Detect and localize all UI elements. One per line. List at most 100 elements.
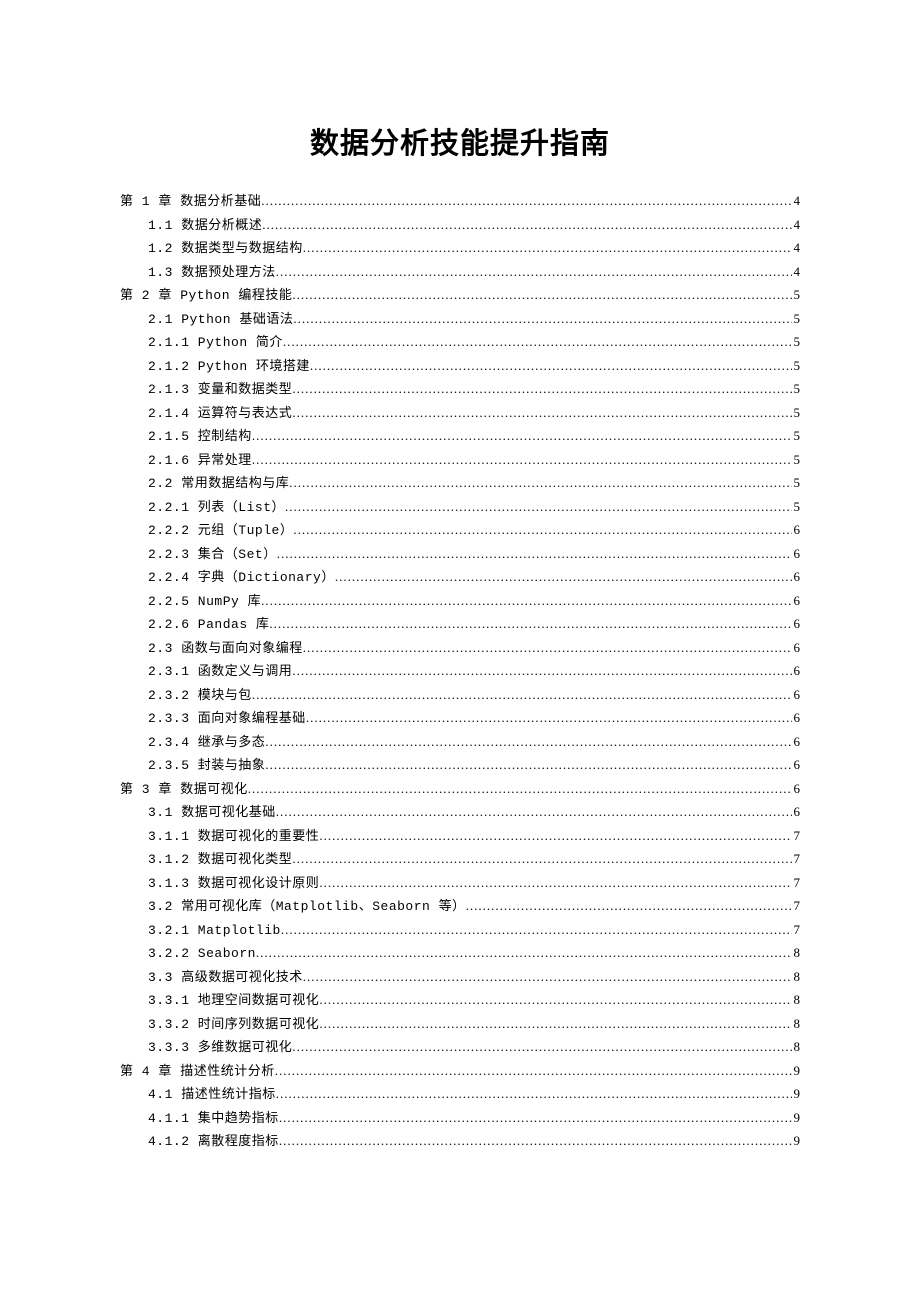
- toc-entry[interactable]: 3.1.2 数据可视化类型 7: [120, 852, 800, 876]
- toc-entry[interactable]: 2.3.5 封装与抽象6: [120, 758, 800, 782]
- toc-leader-dots: [319, 993, 791, 1006]
- toc-leader-dots: [310, 359, 792, 372]
- toc-entry-page: 4: [792, 194, 801, 207]
- toc-leader-dots: [277, 547, 792, 560]
- toc-entry[interactable]: 3.1.1 数据可视化的重要性7: [120, 829, 800, 853]
- toc-entry-label: 2.3.1 函数定义与调用: [148, 665, 292, 678]
- toc-entry[interactable]: 2.1.6 异常处理5: [120, 453, 800, 477]
- toc-entry-label: 3.3.1 地理空间数据可视化: [148, 994, 319, 1007]
- toc-entry-page: 6: [792, 547, 801, 560]
- toc-leader-dots: [319, 1017, 791, 1030]
- toc-entry[interactable]: 4.1 描述性统计指标 9: [120, 1087, 800, 1111]
- toc-entry[interactable]: 3.2.2 Seaborn8: [120, 946, 800, 970]
- toc-leader-dots: [261, 594, 791, 607]
- toc-entry-page: 7: [792, 876, 801, 889]
- toc-leader-dots: [283, 335, 792, 348]
- toc-entry-label: 3.2 常用可视化库（Matplotlib、Seaborn 等）: [148, 900, 466, 913]
- toc-entry[interactable]: 2.3.2 模块与包6: [120, 688, 800, 712]
- toc-leader-dots: [275, 1064, 792, 1077]
- toc-leader-dots: [335, 570, 792, 583]
- toc-entry[interactable]: 2.3.4 继承与多态6: [120, 735, 800, 759]
- toc-leader-dots: [269, 617, 791, 630]
- toc-entry[interactable]: 3.2 常用可视化库（Matplotlib、Seaborn 等）7: [120, 899, 800, 923]
- toc-entry[interactable]: 1.1 数据分析概述4: [120, 218, 800, 242]
- toc-entry-page: 6: [792, 735, 801, 748]
- toc-entry[interactable]: 2.1 Python 基础语法5: [120, 312, 800, 336]
- toc-leader-dots: [292, 1040, 791, 1053]
- toc-entry[interactable]: 2.1.5 控制结构5: [120, 429, 800, 453]
- toc-entry-page: 7: [792, 923, 801, 936]
- toc-entry[interactable]: 3.3 高级数据可视化技术8: [120, 970, 800, 994]
- toc-leader-dots: [303, 970, 792, 983]
- toc-entry[interactable]: 2.2.4 字典（Dictionary）6: [120, 570, 800, 594]
- toc-entry[interactable]: 第 2 章 Python 编程技能 5: [120, 288, 800, 312]
- toc-leader-dots: [306, 711, 792, 724]
- toc-entry[interactable]: 3.1.3 数据可视化设计原则 7: [120, 876, 800, 900]
- toc-entry[interactable]: 1.3 数据预处理方法4: [120, 265, 800, 289]
- toc-leader-dots: [248, 782, 792, 795]
- toc-entry-label: 3.3 高级数据可视化技术: [148, 971, 303, 984]
- toc-leader-dots: [281, 923, 792, 936]
- toc-entry-page: 5: [792, 335, 801, 348]
- toc-entry-label: 2.1.3 变量和数据类型: [148, 383, 292, 396]
- toc-entry[interactable]: 2.2.1 列表（List）5: [120, 500, 800, 524]
- toc-entry[interactable]: 2.2.3 集合（Set）6: [120, 547, 800, 571]
- toc-entry-page: 5: [792, 382, 801, 395]
- toc-entry[interactable]: 2.1.4 运算符与表达式5: [120, 406, 800, 430]
- toc-entry-page: 7: [792, 852, 801, 865]
- toc-entry[interactable]: 3.3.1 地理空间数据可视化 8: [120, 993, 800, 1017]
- toc-entry[interactable]: 3.1 数据可视化基础6: [120, 805, 800, 829]
- toc-entry-label: 2.2.6 Pandas 库: [148, 618, 269, 631]
- toc-entry-page: 8: [792, 1017, 801, 1030]
- toc-entry-label: 2.3 函数与面向对象编程: [148, 642, 303, 655]
- toc-entry-label: 3.1.3 数据可视化设计原则: [148, 877, 319, 890]
- toc-entry-page: 9: [792, 1134, 801, 1147]
- toc-leader-dots: [289, 476, 791, 489]
- toc-entry[interactable]: 3.3.3 多维数据可视化8: [120, 1040, 800, 1064]
- toc-entry[interactable]: 2.1.2 Python 环境搭建5: [120, 359, 800, 383]
- table-of-contents: 第 1 章 数据分析基础41.1 数据分析概述41.2 数据类型与数据结构41.…: [120, 194, 800, 1158]
- toc-leader-dots: [319, 829, 791, 842]
- toc-entry-label: 3.1.1 数据可视化的重要性: [148, 830, 319, 843]
- toc-entry[interactable]: 2.2.2 元组（Tuple）6: [120, 523, 800, 547]
- toc-entry[interactable]: 2.2.6 Pandas 库6: [120, 617, 800, 641]
- toc-entry[interactable]: 3.2.1 Matplotlib7: [120, 923, 800, 947]
- toc-entry-label: 4.1.1 集中趋势指标: [148, 1112, 279, 1125]
- toc-entry-page: 9: [792, 1087, 801, 1100]
- toc-entry[interactable]: 1.2 数据类型与数据结构4: [120, 241, 800, 265]
- toc-entry-page: 5: [792, 429, 801, 442]
- toc-leader-dots: [252, 688, 792, 701]
- toc-entry-label: 4.1.2 离散程度指标: [148, 1135, 279, 1148]
- toc-entry[interactable]: 2.3.1 函数定义与调用6: [120, 664, 800, 688]
- toc-entry-label: 2.2.5 NumPy 库: [148, 595, 261, 608]
- toc-entry[interactable]: 第 3 章 数据可视化6: [120, 782, 800, 806]
- toc-entry-label: 4.1 描述性统计指标: [148, 1088, 276, 1101]
- toc-entry[interactable]: 4.1.1 集中趋势指标9: [120, 1111, 800, 1135]
- toc-entry[interactable]: 第 4 章 描述性统计分析9: [120, 1064, 800, 1088]
- toc-entry-page: 5: [792, 406, 801, 419]
- toc-entry-label: 第 2 章 Python 编程技能: [120, 289, 292, 302]
- toc-entry-page: 5: [792, 288, 801, 301]
- toc-entry[interactable]: 2.3.3 面向对象编程基础6: [120, 711, 800, 735]
- toc-leader-dots: [292, 852, 791, 865]
- toc-entry[interactable]: 第 1 章 数据分析基础4: [120, 194, 800, 218]
- toc-entry-label: 2.3.5 封装与抽象: [148, 759, 265, 772]
- toc-leader-dots: [262, 218, 791, 231]
- toc-entry[interactable]: 4.1.2 离散程度指标 9: [120, 1134, 800, 1158]
- toc-entry-page: 8: [792, 993, 801, 1006]
- toc-entry[interactable]: 3.3.2 时间序列数据可视化 8: [120, 1017, 800, 1041]
- toc-entry-page: 6: [792, 594, 801, 607]
- toc-entry[interactable]: 2.3 函数与面向对象编程6: [120, 641, 800, 665]
- toc-entry[interactable]: 2.1.3 变量和数据类型 5: [120, 382, 800, 406]
- toc-entry-label: 3.1 数据可视化基础: [148, 806, 276, 819]
- toc-entry[interactable]: 2.2 常用数据结构与库5: [120, 476, 800, 500]
- toc-entry-label: 3.3.2 时间序列数据可视化: [148, 1018, 319, 1031]
- toc-entry-page: 5: [792, 359, 801, 372]
- toc-entry-page: 5: [792, 476, 801, 489]
- toc-entry-page: 9: [792, 1064, 801, 1077]
- toc-leader-dots: [319, 876, 791, 889]
- toc-entry[interactable]: 2.2.5 NumPy 库 6: [120, 594, 800, 618]
- toc-entry-label: 3.1.2 数据可视化类型: [148, 853, 292, 866]
- toc-leader-dots: [265, 758, 791, 771]
- toc-entry[interactable]: 2.1.1 Python 简介5: [120, 335, 800, 359]
